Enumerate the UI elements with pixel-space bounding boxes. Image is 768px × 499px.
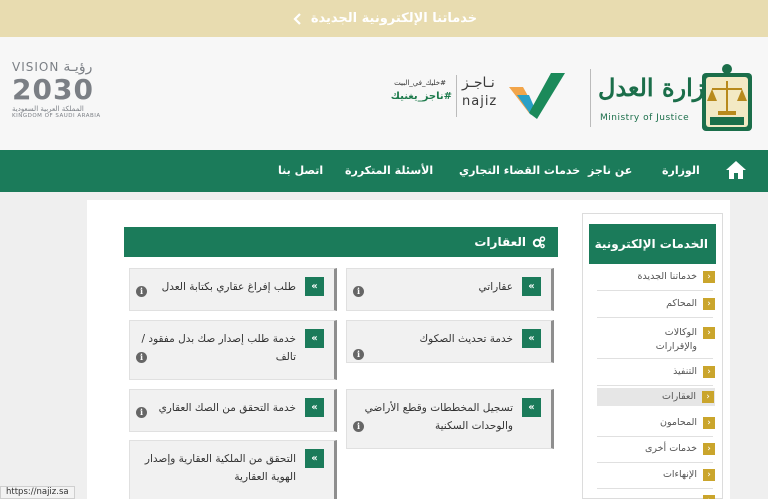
chevron-right-icon: › [703,469,715,481]
nav-item-commercial-services[interactable]: خدمات القضاء التجاري [459,150,580,192]
double-chevron-icon[interactable]: « [305,329,324,348]
double-chevron-icon[interactable]: « [305,449,324,468]
info-icon[interactable]: i [136,352,147,363]
sidebar-item-execution[interactable]: التنفيذ › [597,365,715,379]
vision-kingdom-en: KINGDOM OF SAUDI ARABIA [12,113,101,119]
announcement-bar[interactable]: خدماتنا الإلكترونية الجديدة [0,0,768,37]
ministry-logo[interactable]: وزارة العدل Ministry of Justice [590,61,760,139]
service-card-property-transfer[interactable]: « طلب إفراغ عقاري بكتابة العدل i [129,268,337,311]
double-chevron-icon[interactable]: « [522,277,541,296]
card-title: خدمة التحقق من الصك العقاري [158,402,296,414]
sidebar-item-agencies[interactable]: الوكالات والإقرارات › [597,326,715,354]
service-card-plans-registration[interactable]: « تسجيل المخططات وقطع الأراضي والوحدات ا… [346,389,554,449]
sidebar-item-label: الوكالات والإقرارات [655,327,697,352]
sidebar-item-partial[interactable]: › [597,494,715,499]
sidebar-item-other-services[interactable]: خدمات أخرى › [597,442,715,456]
sidebar: الخدمات الإلكترونية خدماتنا الجديدة › ال… [582,213,723,499]
double-chevron-icon[interactable]: « [305,398,324,417]
sidebar-divider [597,385,713,386]
chevron-right-icon: › [703,443,715,455]
sidebar-item-label: العقارات [662,391,696,402]
chevron-right-icon: › [703,366,715,378]
sidebar-item-new-services[interactable]: خدماتنا الجديدة › [597,270,715,284]
vision-2030-logo: VISION رؤيـة 2030 المملكة العربية السعودي… [12,59,122,129]
sidebar-divider [597,488,713,489]
info-icon[interactable]: i [353,286,364,297]
announcement-text[interactable]: خدماتنا الإلكترونية الجديدة [311,11,477,26]
card-title: تسجيل المخططات وقطع الأراضي والوحدات الس… [364,402,513,432]
info-icon[interactable]: i [353,421,364,432]
status-bar-url: https://najiz.sa [0,486,75,499]
info-icon[interactable]: i [353,349,364,360]
chevron-right-icon: › [703,271,715,283]
home-icon[interactable] [725,160,747,180]
double-chevron-icon[interactable]: « [305,277,324,296]
card-title: خدمة طلب إصدار صك بدل مفقود / تالف [141,333,296,363]
sidebar-item-lawyers[interactable]: المحامون › [597,416,715,430]
najiz-tagline: #خليك_في_البيت [394,79,446,87]
section-title: العقارات [474,235,526,249]
vision-word: VISION [12,60,60,74]
sidebar-item-real-estate[interactable]: العقارات › [597,388,715,406]
card-title: عقاراتي [478,281,513,293]
service-card-deed-verification[interactable]: « خدمة التحقق من الصك العقاري i [129,389,337,432]
cogs-icon [532,236,546,249]
section-header: العقارات [124,227,558,257]
najiz-name-ar: نـاجـز [462,75,495,91]
sidebar-item-label: خدمات أخرى [645,443,697,454]
service-card-deed-update[interactable]: « خدمة تحديث الصكوك i [346,320,554,363]
sidebar-item-label: المحاكم [666,298,697,309]
site-header: VISION رؤيـة 2030 المملكة العربية السعودي… [0,37,768,150]
vision-kingdom-ar: المملكة العربية السعودية [12,105,84,113]
chevron-right-icon: › [703,327,715,339]
sidebar-divider [597,462,713,463]
sidebar-item-label: المحامون [659,417,697,428]
sidebar-item-courts[interactable]: المحاكم › [597,297,715,311]
sidebar-divider [597,358,713,359]
double-chevron-icon[interactable]: « [522,398,541,417]
najiz-check-icon [509,73,565,119]
info-icon[interactable]: i [136,286,147,297]
vision-year: 2030 [12,73,94,106]
service-card-ownership-verification[interactable]: « التحقق من الملكية العقارية وإصدار الهو… [129,440,337,499]
ministry-name-en: Ministry of Justice [600,113,690,123]
sidebar-item-terminations[interactable]: الإنهاءات › [597,468,715,482]
sidebar-divider [597,290,713,291]
card-title: التحقق من الملكية العقارية وإصدار الهوية… [144,453,296,483]
service-card-lost-deed[interactable]: « خدمة طلب إصدار صك بدل مفقود / تالف i [129,320,337,380]
card-title: طلب إفراغ عقاري بكتابة العدل [161,281,296,293]
nav-item-faq[interactable]: الأسئلة المتكررة [345,150,433,192]
sidebar-item-label: التنفيذ [673,366,697,377]
main-nav: الوزارة عن ناجز خدمات القضاء التجاري الأ… [0,150,768,192]
chevron-right-icon: › [703,298,715,310]
chevron-right-icon: › [703,495,715,499]
chevron-right-icon: › [703,417,715,429]
card-title: خدمة تحديث الصكوك [419,333,513,345]
service-card-my-properties[interactable]: « عقاراتي i [346,268,554,311]
najiz-divider [456,75,457,117]
sidebar-divider [597,317,713,318]
najiz-name-en: najiz [462,94,498,109]
sidebar-item-label: خدماتنا الجديدة [637,271,697,282]
nav-item-contact[interactable]: اتصل بنا [278,150,323,192]
chevron-right-icon: › [702,391,714,403]
chevron-left-icon [291,12,305,26]
sidebar-title: الخدمات الإلكترونية [589,224,716,264]
info-icon[interactable]: i [136,407,147,418]
ministry-divider [590,69,591,127]
double-chevron-icon[interactable]: « [522,329,541,348]
nav-item-ministry[interactable]: الوزارة [662,150,700,192]
nav-item-about-najiz[interactable]: عن ناجز [588,150,632,192]
najiz-hashtag: #ناجز_يغنيك [390,91,452,102]
ministry-emblem-icon [702,64,752,131]
najiz-logo[interactable]: #خليك_في_البيت #ناجز_يغنيك نـاجـز najiz [380,69,570,129]
sidebar-item-label: الإنهاءات [662,469,697,480]
sidebar-divider [597,436,713,437]
